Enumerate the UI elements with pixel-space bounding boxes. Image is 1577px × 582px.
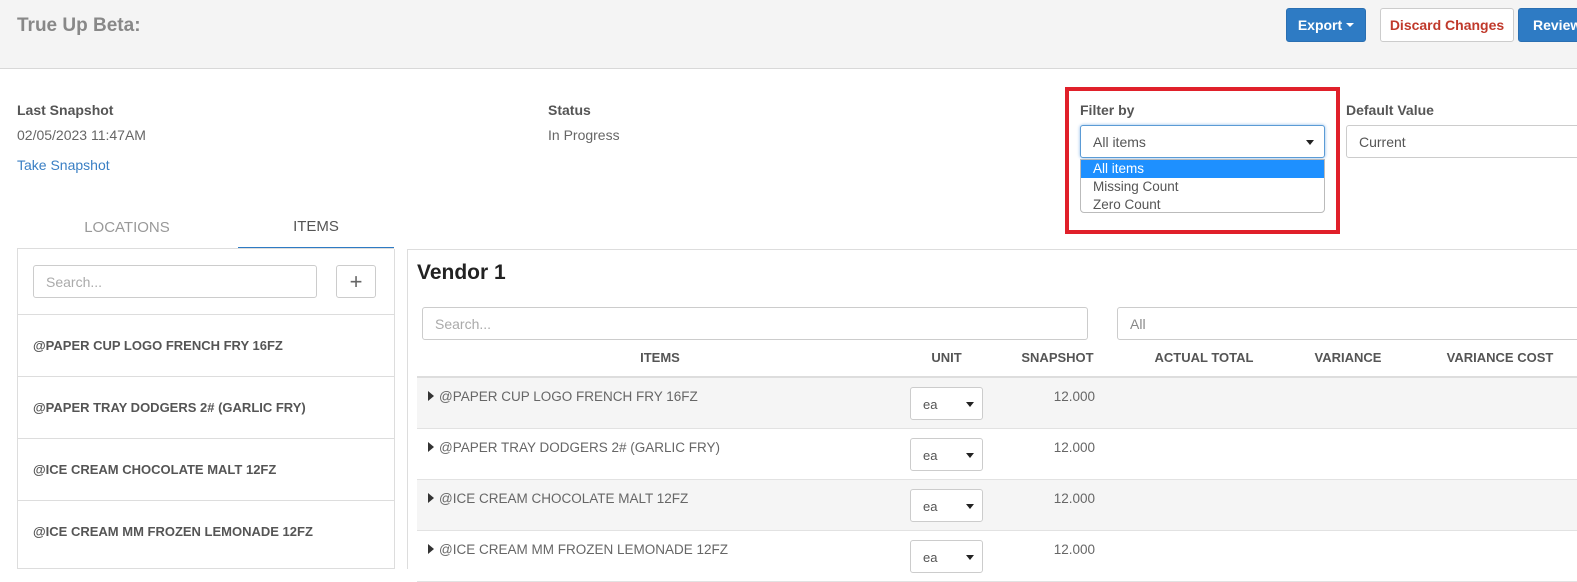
sidebar-item[interactable]: @ICE CREAM MM FROZEN LEMONADE 12FZ: [17, 500, 395, 562]
status-value: In Progress: [548, 127, 620, 143]
caret-down-icon: [1346, 23, 1355, 27]
category-select[interactable]: All: [1117, 307, 1577, 340]
export-button[interactable]: Export: [1286, 8, 1366, 42]
sidebar-search-placeholder: Search...: [46, 274, 103, 290]
unit-select-value: ea: [923, 397, 938, 412]
tab-locations[interactable]: LOCATIONS: [17, 205, 237, 249]
table-row: @PAPER TRAY DODGERS 2# (GARLIC FRY) ea 1…: [417, 429, 1577, 480]
status-label: Status: [548, 102, 591, 118]
filter-by-dropdown: All items Missing Count Zero Count: [1080, 159, 1325, 213]
vendor-title: Vendor 1: [417, 261, 506, 284]
filter-option-all-items[interactable]: All items: [1081, 160, 1324, 178]
column-header-actual-total: ACTUAL TOTAL: [1154, 350, 1254, 365]
column-header-variance-cost: VARIANCE COST: [1446, 350, 1554, 365]
sidebar-item[interactable]: @PAPER CUP LOGO FRENCH FRY 16FZ: [17, 314, 395, 376]
unit-select-value: ea: [923, 448, 938, 463]
dropdown-arrow-icon: [1306, 140, 1314, 145]
default-value-label: Default Value: [1346, 102, 1434, 118]
page-title: True Up Beta:: [17, 15, 141, 36]
row-item-name: @ICE CREAM MM FROZEN LEMONADE 12FZ: [439, 542, 728, 557]
unit-select-value: ea: [923, 550, 938, 565]
expand-triangle-icon[interactable]: [428, 442, 434, 452]
dropdown-arrow-icon: [966, 453, 974, 458]
filter-option-zero-count[interactable]: Zero Count: [1081, 196, 1324, 214]
filter-by-value: All items: [1093, 134, 1146, 150]
category-select-value: All: [1130, 316, 1146, 332]
row-snapshot-value: 12.000: [1053, 389, 1095, 404]
plus-icon: +: [349, 268, 363, 294]
last-snapshot-label: Last Snapshot: [17, 102, 114, 118]
row-snapshot-value: 12.000: [1053, 440, 1095, 455]
column-header-snapshot: SNAPSHOT: [1021, 350, 1094, 365]
sidebar-item[interactable]: @PAPER TRAY DODGERS 2# (GARLIC FRY): [17, 376, 395, 438]
add-item-button[interactable]: +: [336, 265, 376, 298]
sidebar-item[interactable]: @ICE CREAM CHOCOLATE MALT 12FZ: [17, 438, 395, 500]
row-snapshot-value: 12.000: [1053, 542, 1095, 557]
column-header-items: ITEMS: [640, 350, 680, 365]
unit-select[interactable]: ea: [910, 438, 983, 471]
unit-select-value: ea: [923, 499, 938, 514]
last-snapshot-value: 02/05/2023 11:47AM: [17, 127, 146, 143]
vendor-search-input[interactable]: Search...: [422, 307, 1088, 340]
row-item-name: @PAPER TRAY DODGERS 2# (GARLIC FRY): [439, 440, 721, 455]
expand-triangle-icon[interactable]: [428, 391, 434, 401]
tab-items[interactable]: ITEMS: [238, 205, 394, 249]
default-value-value: Current: [1359, 134, 1406, 150]
dropdown-arrow-icon: [966, 555, 974, 560]
expand-triangle-icon[interactable]: [428, 544, 434, 554]
discard-changes-button[interactable]: Discard Changes: [1380, 8, 1514, 42]
unit-select[interactable]: ea: [910, 387, 983, 420]
filter-by-select[interactable]: All items: [1080, 125, 1325, 158]
dropdown-arrow-icon: [966, 402, 974, 407]
filter-by-label: Filter by: [1080, 102, 1135, 118]
table-row: @ICE CREAM MM FROZEN LEMONADE 12FZ ea 12…: [417, 531, 1577, 582]
dropdown-arrow-icon: [966, 504, 974, 509]
sidebar-search-input[interactable]: Search...: [33, 265, 317, 298]
row-snapshot-value: 12.000: [1053, 491, 1095, 506]
default-value-select[interactable]: Current: [1346, 125, 1577, 158]
take-snapshot-link[interactable]: Take Snapshot: [17, 157, 110, 173]
review-button[interactable]: Review: [1518, 8, 1577, 42]
vendor-search-placeholder: Search...: [435, 316, 492, 332]
table-row: @PAPER CUP LOGO FRENCH FRY 16FZ ea 12.00…: [417, 378, 1577, 429]
row-item-name: @PAPER CUP LOGO FRENCH FRY 16FZ: [439, 389, 698, 404]
column-header-variance: VARIANCE: [1314, 350, 1382, 365]
filter-option-missing-count[interactable]: Missing Count: [1081, 178, 1324, 196]
export-button-label: Export: [1297, 17, 1343, 33]
unit-select[interactable]: ea: [910, 489, 983, 522]
column-header-unit: UNIT: [931, 350, 962, 365]
expand-triangle-icon[interactable]: [428, 493, 434, 503]
unit-select[interactable]: ea: [910, 540, 983, 573]
top-bar: True Up Beta: Export Discard Changes Rev…: [0, 0, 1577, 69]
row-item-name: @ICE CREAM CHOCOLATE MALT 12FZ: [439, 491, 689, 506]
table-row: @ICE CREAM CHOCOLATE MALT 12FZ ea 12.000: [417, 480, 1577, 531]
